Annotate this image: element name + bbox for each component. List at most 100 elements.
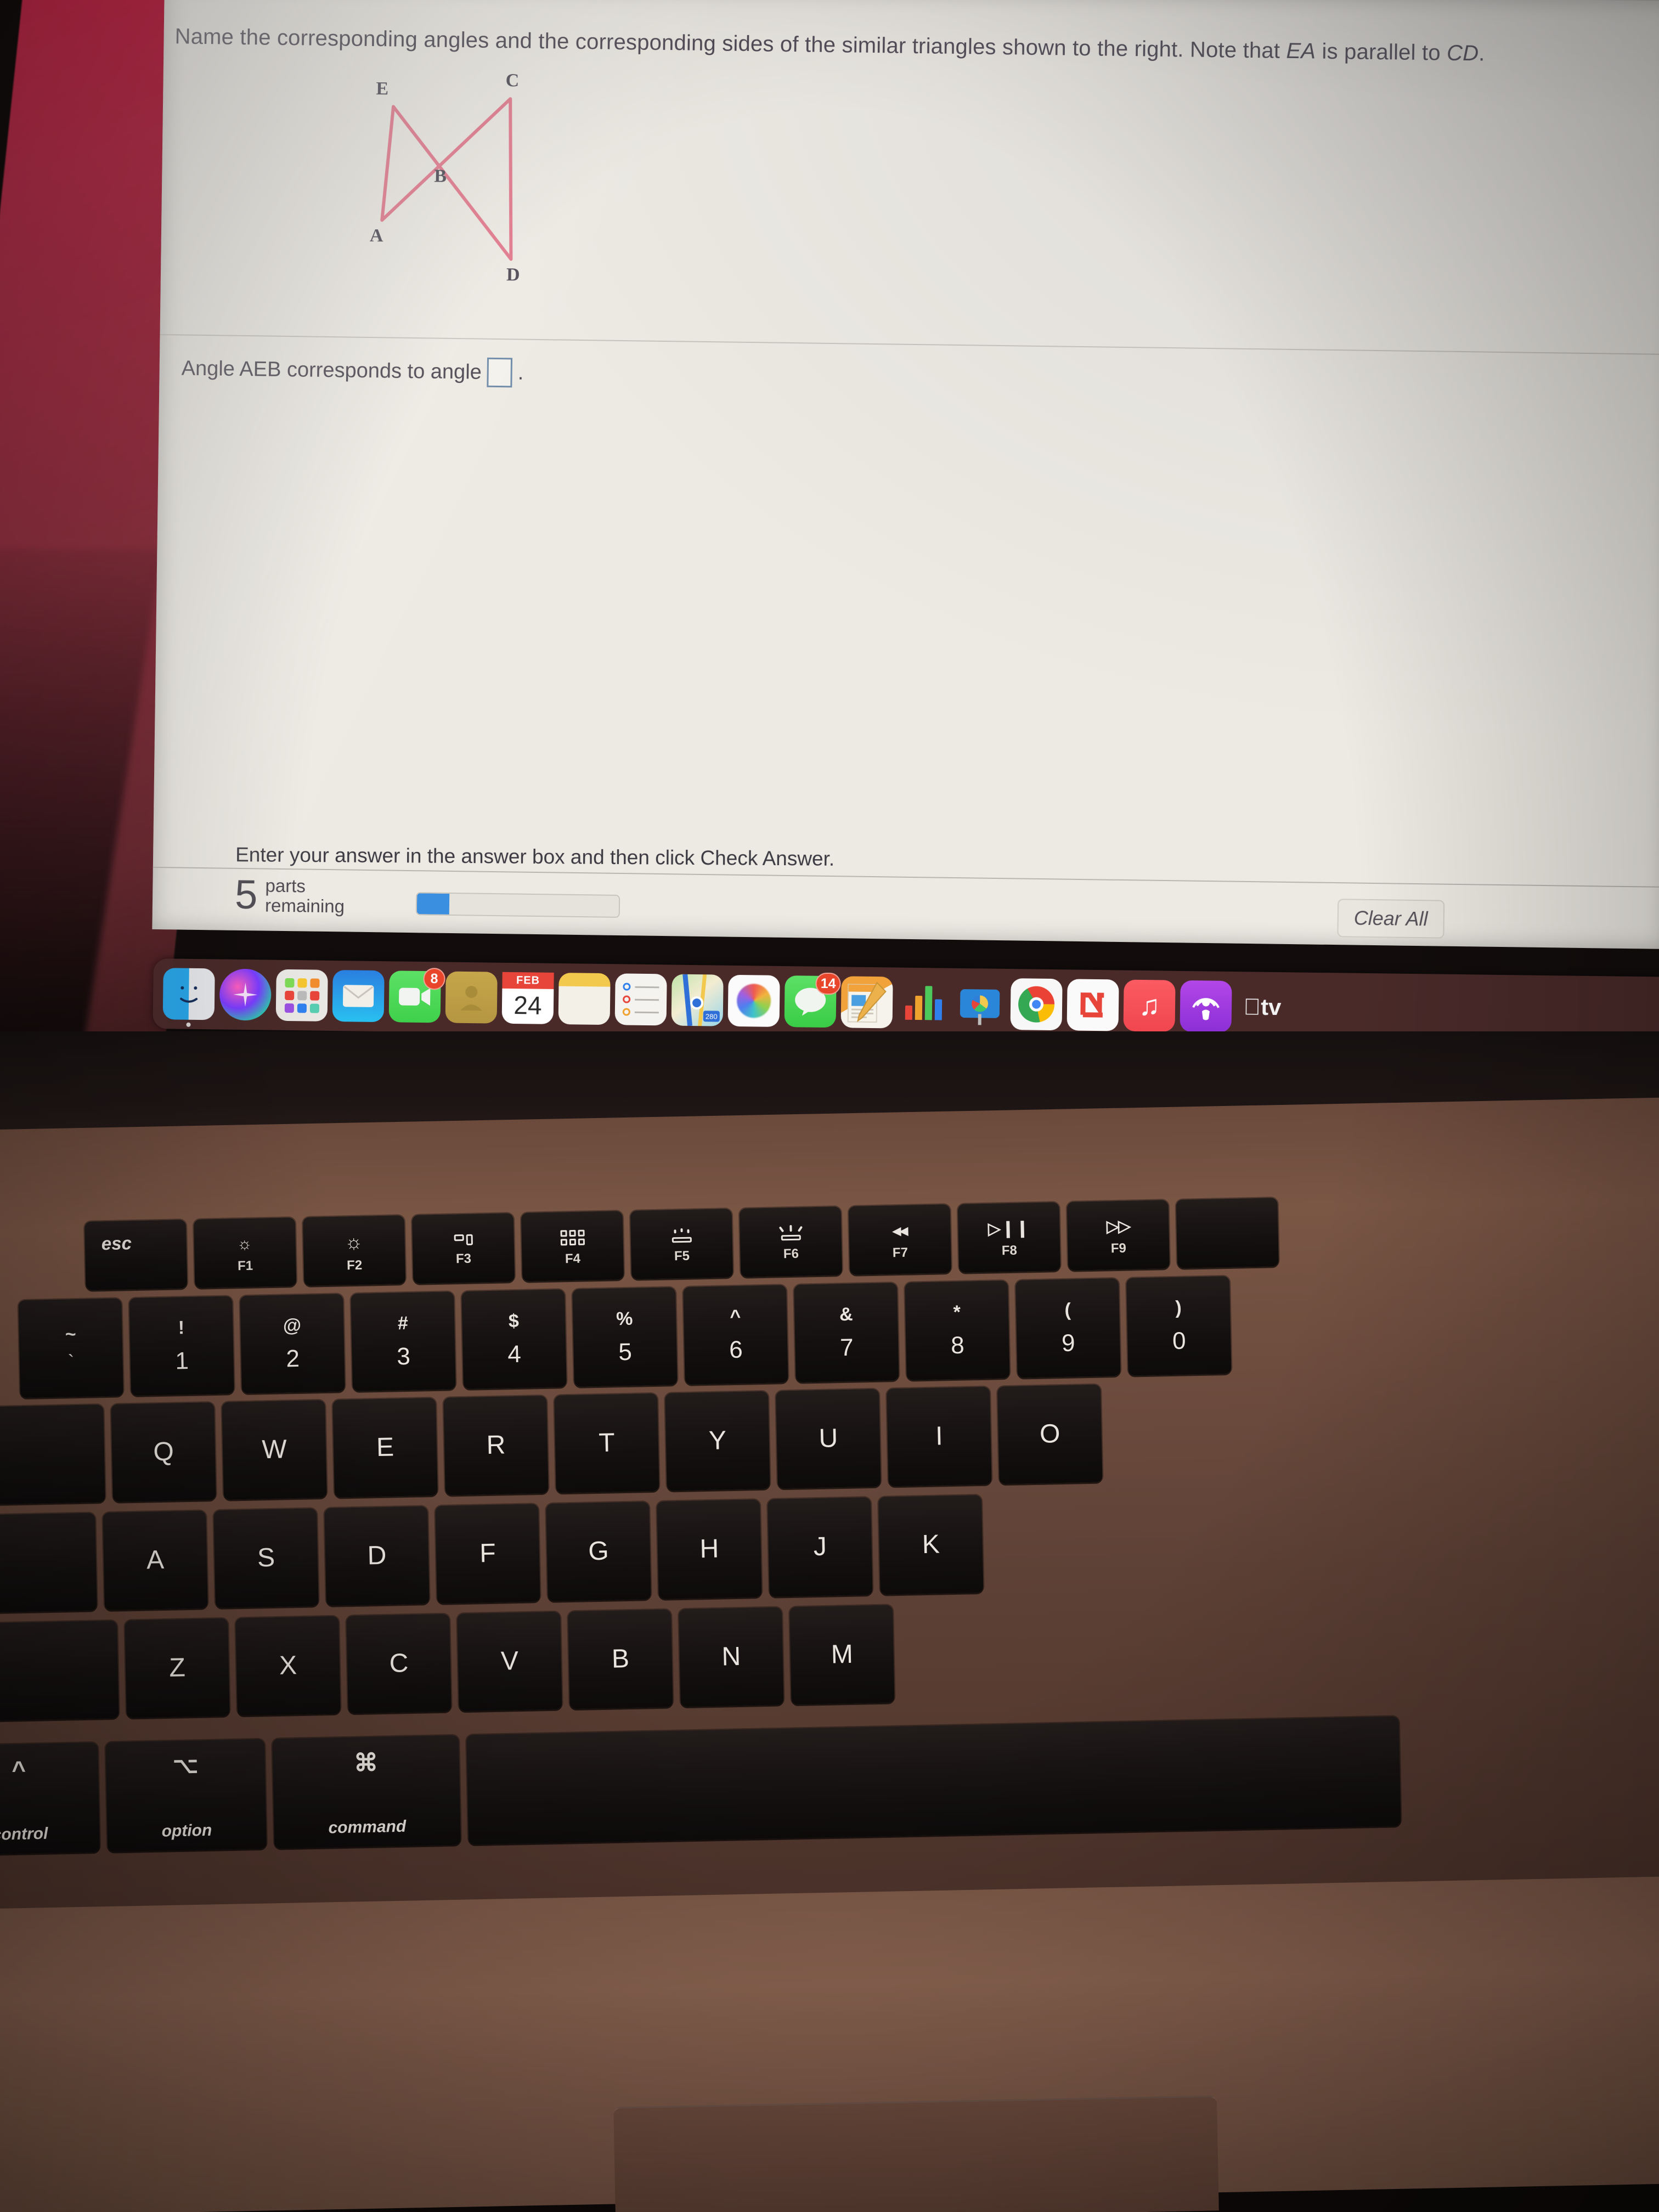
key-q-label: Q <box>153 1437 174 1467</box>
messages-badge: 14 <box>815 972 841 995</box>
key-d[interactable]: D <box>324 1506 430 1606</box>
key-f7[interactable]: ◂◂ F7 <box>848 1204 952 1275</box>
key-f10[interactable] <box>1176 1198 1279 1268</box>
dock-item-calendar[interactable]: FEB 24 <box>501 972 554 1024</box>
key-caps-lock[interactable]: aps lock <box>0 1513 97 1615</box>
key-f8[interactable]: ▷❙❙ F8 <box>957 1202 1061 1273</box>
dock-item-news[interactable] <box>1066 979 1119 1031</box>
divider-above-answer <box>160 334 1659 356</box>
key-0[interactable]: ) 0 <box>1126 1276 1232 1376</box>
key-f1[interactable]: ☼ F1 <box>193 1217 297 1288</box>
key-f3[interactable]: F3 <box>411 1213 515 1284</box>
key-f6[interactable]: F6 <box>739 1206 843 1277</box>
dock-item-appletv[interactable]: tv <box>1236 981 1288 1033</box>
key-9[interactable]: ( 9 <box>1015 1278 1121 1378</box>
question-prompt-period: . <box>1478 41 1485 66</box>
dock-item-contacts[interactable] <box>445 971 498 1024</box>
key-5[interactable]: % 5 <box>572 1287 678 1387</box>
key-4[interactable]: $ 4 <box>461 1289 567 1389</box>
question-prompt: Name the corresponding angles and the co… <box>174 23 1656 69</box>
dock-item-messages[interactable]: 14 <box>784 972 841 1028</box>
key-m[interactable]: M <box>789 1605 895 1705</box>
key-z[interactable]: Z <box>125 1618 230 1718</box>
key-control[interactable]: ^ control <box>0 1742 100 1855</box>
dock-item-maps[interactable]: 280 <box>671 974 724 1026</box>
key-3[interactable]: # 3 <box>351 1291 456 1391</box>
key-q[interactable]: Q <box>111 1402 216 1502</box>
music-note-icon: ♫ <box>1138 989 1160 1022</box>
key-left-shift[interactable] <box>0 1620 119 1724</box>
key-2[interactable]: @ 2 <box>240 1294 345 1394</box>
key-w[interactable]: W <box>222 1400 327 1500</box>
key-v[interactable]: V <box>457 1611 562 1712</box>
key-t[interactable]: T <box>554 1393 659 1493</box>
dock-item-finder[interactable] <box>162 968 215 1027</box>
dock-item-podcasts[interactable] <box>1180 980 1232 1033</box>
key-c[interactable]: C <box>346 1613 452 1714</box>
key-7[interactable]: & 7 <box>794 1283 899 1383</box>
dock-item-siri[interactable] <box>219 968 272 1021</box>
key-h[interactable]: H <box>657 1499 762 1599</box>
photos-flower-icon <box>736 983 771 1018</box>
dock-item-photos[interactable] <box>727 974 780 1027</box>
key-8-shift: * <box>953 1301 961 1323</box>
dock-item-music[interactable]: ♫ <box>1123 979 1176 1032</box>
key-o[interactable]: O <box>997 1384 1103 1485</box>
key-x[interactable]: X <box>235 1616 341 1716</box>
answer-input-box[interactable] <box>487 357 513 388</box>
key-g[interactable]: G <box>546 1502 651 1601</box>
triangles-svg <box>380 97 513 261</box>
dock-item-pages[interactable] <box>840 976 893 1029</box>
key-e[interactable]: E <box>332 1397 438 1498</box>
key-j[interactable]: J <box>768 1497 873 1597</box>
key-v-label: V <box>500 1646 519 1676</box>
dock-item-launchpad[interactable] <box>275 969 328 1022</box>
key-b[interactable]: B <box>568 1609 673 1709</box>
key-space[interactable] <box>466 1716 1401 1845</box>
envelope-icon <box>343 985 374 1007</box>
key-tab[interactable]: tab <box>0 1404 105 1506</box>
key-k[interactable]: K <box>878 1494 984 1595</box>
key-backtick[interactable]: ~ ` <box>18 1298 123 1398</box>
vertex-label-E: E <box>376 78 389 99</box>
key-option[interactable]: ⌥ option <box>105 1739 267 1852</box>
key-esc[interactable]: esc <box>84 1220 188 1290</box>
key-y[interactable]: Y <box>665 1391 770 1491</box>
key-1[interactable]: ! 1 <box>129 1296 234 1396</box>
trackpad[interactable] <box>613 2095 1219 2212</box>
key-i[interactable]: I <box>887 1386 992 1487</box>
dock-item-keynote[interactable] <box>954 978 1006 1030</box>
key-r[interactable]: R <box>443 1395 549 1496</box>
reminders-list-icon <box>622 983 659 1016</box>
dock-item-facetime[interactable]: 8 <box>388 968 445 1023</box>
key-n[interactable]: N <box>679 1607 784 1707</box>
calendar-month-label: FEB <box>502 972 554 989</box>
instruction-text: Enter your answer in the answer box and … <box>235 843 835 870</box>
key-8[interactable]: * 8 <box>905 1280 1010 1380</box>
clear-all-button[interactable]: Clear All <box>1337 899 1444 939</box>
key-a[interactable]: A <box>103 1510 208 1611</box>
key-1-shift: ! <box>178 1317 185 1339</box>
dock-item-numbers[interactable] <box>898 977 950 1029</box>
key-g-label: G <box>588 1536 610 1566</box>
key-command-label: command <box>328 1817 407 1837</box>
dock-item-reminders[interactable] <box>614 973 667 1026</box>
siri-orb-icon <box>233 983 258 1007</box>
dock-item-mail[interactable] <box>332 969 385 1023</box>
key-command[interactable]: ⌘ command <box>272 1735 461 1849</box>
key-z-label: Z <box>168 1653 186 1683</box>
dock-item-chrome[interactable] <box>1010 978 1063 1037</box>
key-f2[interactable]: ☼ F2 <box>302 1215 406 1286</box>
key-u[interactable]: U <box>776 1389 881 1489</box>
vertex-label-C: C <box>505 70 520 91</box>
key-f5[interactable]: F5 <box>630 1209 733 1279</box>
brightness-down-icon: ☼ <box>236 1234 253 1254</box>
key-s[interactable]: S <box>213 1508 319 1609</box>
key-f9[interactable]: ▷▷ F9 <box>1066 1200 1170 1271</box>
key-f[interactable]: F <box>435 1504 540 1604</box>
key-6[interactable]: ^ 6 <box>683 1285 788 1385</box>
dock-item-notes[interactable] <box>558 973 611 1025</box>
key-f4[interactable]: F4 <box>521 1211 624 1282</box>
progress-bar <box>415 892 620 918</box>
key-d-label: D <box>367 1541 387 1571</box>
